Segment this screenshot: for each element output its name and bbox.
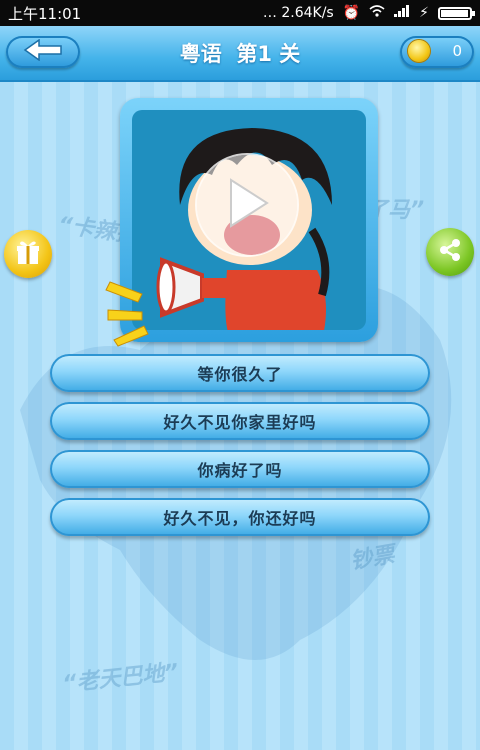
status-bar: 上午11:01 … 2.64K/s ⏰ ⚡ (0, 0, 480, 26)
gift-icon (14, 238, 42, 270)
header-bar: 粤语 第1 关 0 (0, 26, 480, 82)
answer-option-2[interactable]: 好久不见你家里好吗 (50, 402, 430, 440)
signal-icon (394, 5, 410, 21)
share-icon (437, 237, 463, 267)
share-button[interactable] (426, 228, 474, 276)
answer-option-1[interactable]: 等你很久了 (50, 354, 430, 392)
battery-icon (438, 6, 475, 20)
picture-card[interactable] (120, 98, 378, 342)
coin-counter[interactable]: 0 (400, 36, 474, 68)
charging-icon: ⚡ (419, 5, 429, 21)
network-speed: … 2.64K/s (262, 5, 334, 21)
battery-fill (441, 9, 468, 17)
play-icon (225, 178, 269, 232)
gift-button[interactable] (4, 230, 52, 278)
sound-waves-icon (105, 281, 149, 347)
answer-option-3[interactable]: 你病好了吗 (50, 450, 430, 488)
status-time: 上午11:01 (8, 4, 82, 23)
answer-option-4[interactable]: 好久不见，你还好吗 (50, 498, 430, 536)
coin-count: 0 (452, 42, 462, 60)
picture-frame (132, 110, 366, 330)
coin-icon (408, 40, 430, 62)
wifi-icon (369, 5, 385, 21)
play-button[interactable] (197, 155, 297, 255)
status-icons: … 2.64K/s ⏰ ⚡ (262, 5, 475, 21)
alarm-icon: ⏰ (342, 5, 361, 21)
